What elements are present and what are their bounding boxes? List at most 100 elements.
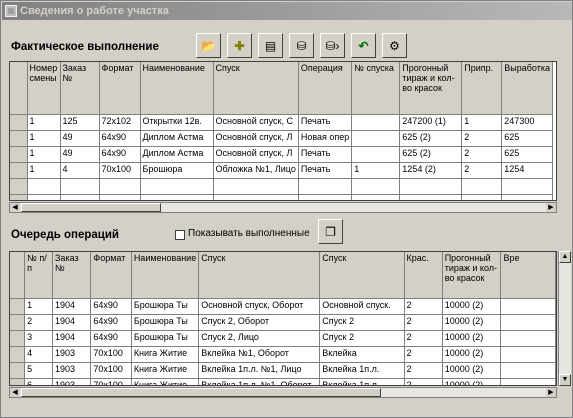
table-cell[interactable]: 1903 <box>52 362 92 379</box>
table-cell[interactable]: Основной спуск, Л <box>213 146 299 163</box>
column-header[interactable]: Операция <box>298 62 353 115</box>
table-cell[interactable]: 3 <box>24 330 53 347</box>
row-indicator[interactable] <box>10 362 26 379</box>
table-cell[interactable]: Печать <box>298 114 353 131</box>
row-indicator-header[interactable] <box>10 252 26 299</box>
table-row[interactable] <box>10 178 554 195</box>
row-indicator[interactable] <box>10 114 28 131</box>
table-cell[interactable]: Вклейка №1, Оборот <box>198 346 321 363</box>
table-cell[interactable]: Брошюра Ты <box>131 314 200 331</box>
table-cell[interactable]: Вклейка 1п.л. №1, Лицо <box>198 362 321 379</box>
table-cell[interactable] <box>60 194 100 200</box>
table-cell[interactable]: 1 <box>24 298 53 315</box>
table-cell[interactable]: 247300 <box>501 114 554 131</box>
table-cell[interactable] <box>351 114 401 131</box>
table-cell[interactable] <box>140 194 214 200</box>
table-cell[interactable]: Спуск 2 <box>319 330 405 347</box>
table-row[interactable] <box>10 194 554 200</box>
table-cell[interactable] <box>351 146 401 163</box>
undo-button[interactable]: ↶ <box>351 33 376 58</box>
table-row[interactable]: 1 4 70x100 Брошюра Обложка №1, Лицо Печать 1 12… <box>10 162 554 179</box>
table-cell[interactable]: Открытки 12в. <box>140 114 214 131</box>
row-indicator[interactable] <box>10 194 28 200</box>
table-cell[interactable] <box>351 194 401 200</box>
table-row[interactable]: 2 1904 64x90 Брошюра Ты Спуск 2, Оборот Спуск… <box>10 314 556 331</box>
table-row[interactable]: 5 1903 70x100 Книга Житие Вклейка 1п.л. №1, … <box>10 362 556 379</box>
table-row[interactable]: 3 1904 64x90 Брошюра Ты Спуск 2, Лицо Спуск 2… <box>10 330 556 347</box>
table-cell[interactable]: 49 <box>60 130 100 147</box>
row-indicator[interactable] <box>10 146 28 163</box>
table-cell[interactable]: 2 <box>404 298 443 315</box>
scroll-down-icon[interactable]: ▼ <box>559 374 571 386</box>
table-cell[interactable]: 6 <box>24 378 53 385</box>
queue-vscrollbar[interactable]: ▲ ▼ <box>558 251 571 386</box>
open-button[interactable]: 📂 <box>196 33 221 58</box>
table-cell[interactable]: 10000 (2) <box>442 330 502 347</box>
table-cell[interactable]: Новая опер <box>298 130 353 147</box>
table-row[interactable]: 4 1903 70x100 Книга Житие Вклейка №1, Оборот… <box>10 346 556 363</box>
column-header[interactable]: Спуск <box>319 252 405 299</box>
table-cell[interactable]: Основной спуск, Оборот <box>198 298 321 315</box>
table-cell[interactable]: 1254 (2) <box>399 162 463 179</box>
column-header[interactable]: Номер смены <box>27 62 61 115</box>
column-header[interactable]: Заказ № <box>60 62 100 115</box>
table-row[interactable]: 1 49 64x90 Диплом Астма Основной спуск, Л Нов… <box>10 130 554 147</box>
scroll-right-icon[interactable]: ▶ <box>546 203 556 212</box>
table-cell[interactable]: 70x100 <box>90 362 132 379</box>
column-header[interactable]: Наименование <box>140 62 214 115</box>
table-cell[interactable]: 1903 <box>52 346 92 363</box>
scroll-right-icon[interactable]: ▶ <box>546 388 556 397</box>
table-cell[interactable] <box>501 194 554 200</box>
table-cell[interactable]: 625 <box>501 146 554 163</box>
column-header[interactable]: Заказ № <box>52 252 92 299</box>
table-cell[interactable]: 10000 (2) <box>442 378 502 385</box>
table-cell[interactable]: 49 <box>60 146 100 163</box>
table-cell[interactable]: Брошюра Ты <box>131 330 200 347</box>
column-header[interactable]: Спуск <box>213 62 299 115</box>
table-cell[interactable] <box>99 194 141 200</box>
table-cell[interactable]: Вклейка 1п.л. <box>319 378 405 385</box>
row-indicator[interactable] <box>10 178 28 195</box>
table-cell[interactable]: 625 (2) <box>399 146 463 163</box>
table-cell[interactable]: 2 <box>404 362 443 379</box>
row-indicator[interactable] <box>10 162 28 179</box>
table-cell[interactable] <box>399 178 463 195</box>
table-cell[interactable]: Основной спуск, Л <box>213 130 299 147</box>
column-header[interactable]: Прогонный тираж и кол-во красок <box>399 62 463 115</box>
table-cell[interactable]: Основной спуск. <box>319 298 405 315</box>
table-cell[interactable] <box>27 178 61 195</box>
table-cell[interactable]: Вклейка 1п.л. №1, Оборот <box>198 378 321 385</box>
document-button[interactable]: ▤ <box>258 33 283 58</box>
table-cell[interactable]: 2 <box>404 314 443 331</box>
column-header[interactable]: Крас. <box>404 252 443 299</box>
column-header[interactable]: № спуска <box>351 62 401 115</box>
column-header[interactable]: Формат <box>90 252 132 299</box>
table-cell[interactable]: 64x90 <box>90 298 132 315</box>
column-header[interactable]: № п/п <box>24 252 53 299</box>
queue-hscroll-thumb[interactable] <box>21 388 381 397</box>
table-cell[interactable] <box>501 178 554 195</box>
actual-hscroll-thumb[interactable] <box>21 203 161 212</box>
queue-hscrollbar[interactable]: ◀ ▶ <box>9 387 557 398</box>
table-cell[interactable] <box>500 298 556 315</box>
table-cell[interactable]: 2 <box>404 378 443 385</box>
column-header[interactable]: Формат <box>99 62 141 115</box>
row-indicator[interactable] <box>10 330 26 347</box>
table-cell[interactable] <box>298 178 353 195</box>
row-indicator-header[interactable] <box>10 62 28 115</box>
table-cell[interactable]: Брошюра Ты <box>131 298 200 315</box>
table-cell[interactable]: 10000 (2) <box>442 314 502 331</box>
table-cell[interactable]: 247200 (1) <box>399 114 463 131</box>
table-cell[interactable] <box>461 194 503 200</box>
table-cell[interactable]: Основной спуск, С <box>213 114 299 131</box>
table-cell[interactable]: Спуск 2, Оборот <box>198 314 321 331</box>
table-cell[interactable] <box>213 178 299 195</box>
table-cell[interactable]: Спуск 2 <box>319 314 405 331</box>
table-cell[interactable] <box>60 178 100 195</box>
table-row[interactable]: 1 125 72x102 Открытки 12в. Основной спуск, С… <box>10 114 554 131</box>
table-cell[interactable]: 2 <box>404 346 443 363</box>
row-indicator[interactable] <box>10 346 26 363</box>
table-cell[interactable]: Печать <box>298 146 353 163</box>
table-cell[interactable]: 64x90 <box>90 314 132 331</box>
show-done-checkbox[interactable] <box>175 230 185 240</box>
